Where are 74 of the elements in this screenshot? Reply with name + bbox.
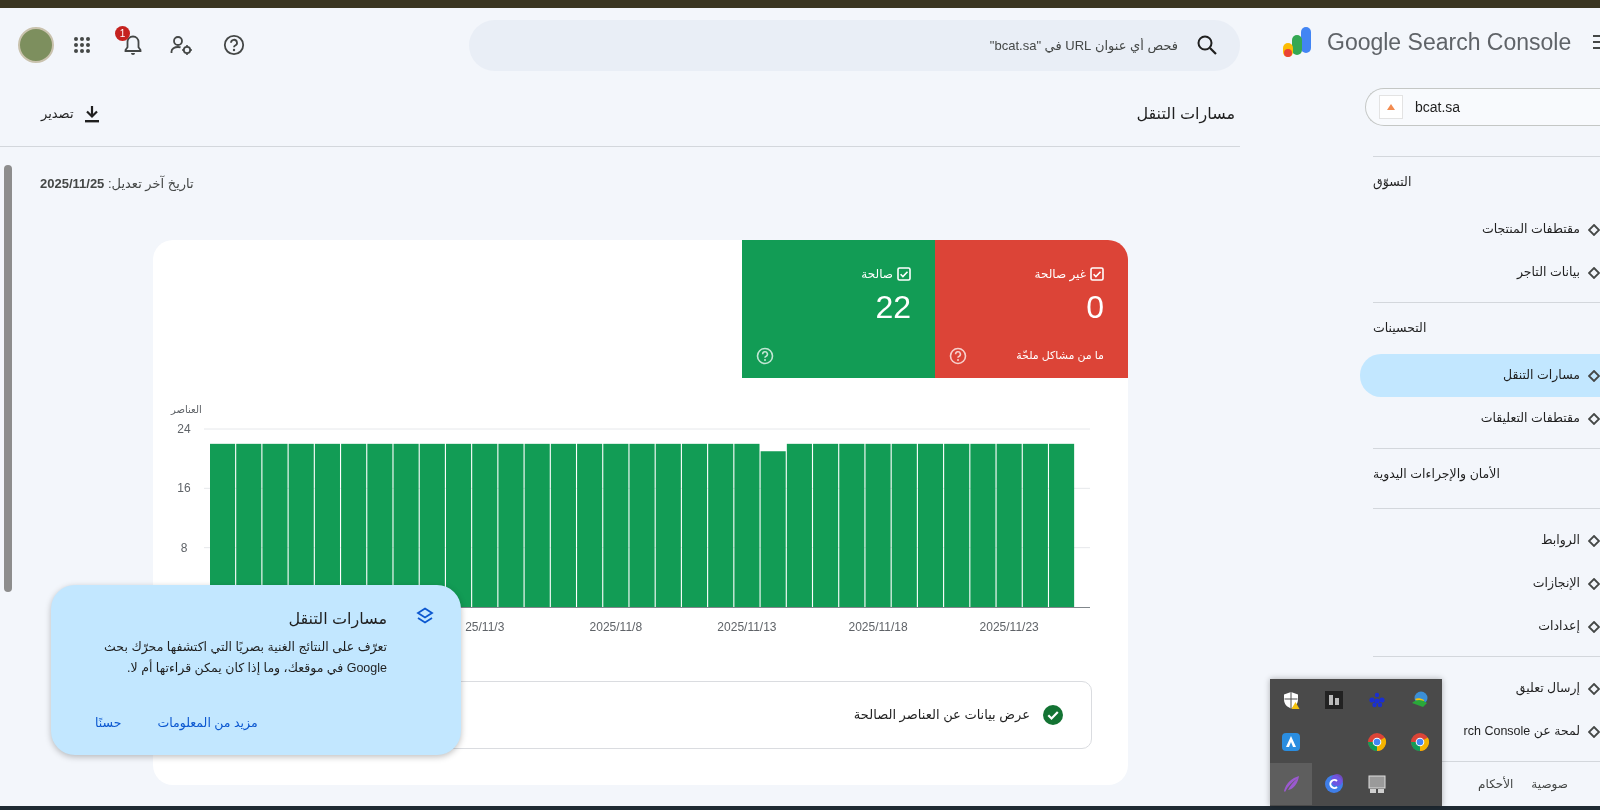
browser-icon	[1410, 732, 1430, 752]
tile-note: ما من مشاكل ملحّة	[1016, 348, 1104, 364]
diamond-icon	[1588, 682, 1600, 695]
favicon-icon	[1386, 103, 1396, 112]
tick-label: 2025/11/13	[717, 620, 777, 634]
layers-icon	[416, 607, 434, 625]
diamond-icon	[1588, 620, 1600, 633]
nav-item[interactable]: مقتطفات المنتجات	[1373, 208, 1600, 251]
notification-badge: 1	[115, 26, 130, 41]
property-name: bcat.sa	[1415, 97, 1461, 117]
popup-button[interactable]: حسنًا	[89, 710, 128, 737]
app-icon	[1324, 690, 1344, 710]
count-value: 0	[1085, 288, 1104, 327]
help-icon[interactable]	[949, 347, 967, 365]
app-title: Google Search Console	[1327, 27, 1572, 57]
popup-text: تعرّف على النتائج الغنية بصريًا التي اكتشفها محرّك بحث Google في موقعك، وما إذا كان يمكن قراءتها أم لا.	[103, 639, 387, 678]
tick-label: 2025/11/23	[979, 620, 1039, 634]
check-circle-icon	[1042, 704, 1064, 726]
nav-item[interactable]: مقتطفات التعليقات	[1373, 397, 1600, 440]
section-heading[interactable]: التحسينات	[1373, 303, 1600, 354]
browser-icon	[1367, 732, 1387, 752]
tile-label: صالحة	[861, 266, 893, 283]
checkbox[interactable]	[1090, 267, 1104, 281]
app-icon	[1281, 732, 1301, 752]
globe-icon	[1410, 690, 1430, 710]
diamond-icon	[1588, 577, 1600, 590]
bell-icon	[123, 34, 143, 56]
tick-label: 2025/11/8	[589, 620, 643, 634]
search-icon[interactable]	[1196, 33, 1218, 56]
checkbox[interactable]	[897, 267, 911, 281]
footer-link[interactable]: صوصية	[1531, 775, 1568, 793]
footer-link[interactable]: الأحكام	[1478, 775, 1514, 793]
diamond-icon	[1588, 534, 1600, 547]
export-button[interactable]: تصدير	[39, 100, 102, 128]
count-value: 22	[874, 288, 911, 327]
feather-icon	[1281, 774, 1301, 794]
nav-item[interactable]: لمحة عن rch Console	[1373, 710, 1600, 753]
download-icon	[83, 105, 100, 123]
menu-icon[interactable]	[1593, 34, 1600, 51]
nav-item[interactable]: مسارات التنقل	[1360, 354, 1600, 397]
diamond-icon	[1588, 223, 1600, 236]
nav-item[interactable]: إرسال تعليق	[1373, 667, 1600, 710]
tile-label: غير صالحة	[1034, 266, 1086, 283]
scrollbar-thumb[interactable]	[4, 165, 12, 592]
diamond-icon	[1588, 412, 1600, 425]
help-icon	[223, 34, 245, 56]
popup-title: مسارات التنقل	[288, 609, 387, 631]
shield-icon	[1281, 690, 1301, 710]
tick-label: 8	[180, 540, 188, 555]
notifications-button[interactable]: 1	[113, 25, 153, 65]
details-text: عرض بيانات عن العناصر الصالحة	[853, 706, 1030, 725]
diamond-icon	[1588, 266, 1600, 279]
tick-label: 24	[177, 422, 191, 436]
nav-item[interactable]: بيانات التاجر	[1373, 251, 1600, 294]
tick-label: 2025/11/18	[848, 620, 908, 634]
nav-item[interactable]: إعدادات	[1373, 605, 1600, 648]
monitor-icon	[1367, 774, 1387, 794]
section-heading[interactable]: التسوّق	[1373, 157, 1600, 208]
axis-title: العناصر	[171, 404, 202, 415]
diamond-icon	[1588, 725, 1600, 738]
tick-label: 25/11/3	[465, 620, 505, 634]
diamond-icon	[1588, 369, 1600, 382]
nav-item[interactable]: الروابط	[1373, 519, 1600, 562]
apps-grid-icon	[73, 36, 91, 54]
property-selector[interactable]: bcat.sa	[1365, 88, 1600, 126]
help-icon[interactable]	[756, 347, 774, 365]
section-heading[interactable]: الأمان والإجراءات اليدوية	[1373, 449, 1600, 500]
nav-item[interactable]: الإنجازات	[1373, 562, 1600, 605]
tick-label: 16	[177, 481, 191, 496]
circle-icon	[1324, 774, 1344, 794]
person-gear-icon	[170, 34, 194, 56]
dots-icon	[1367, 690, 1387, 710]
page-title: مسارات التنقل	[1136, 104, 1235, 126]
avatar[interactable]	[18, 27, 54, 63]
